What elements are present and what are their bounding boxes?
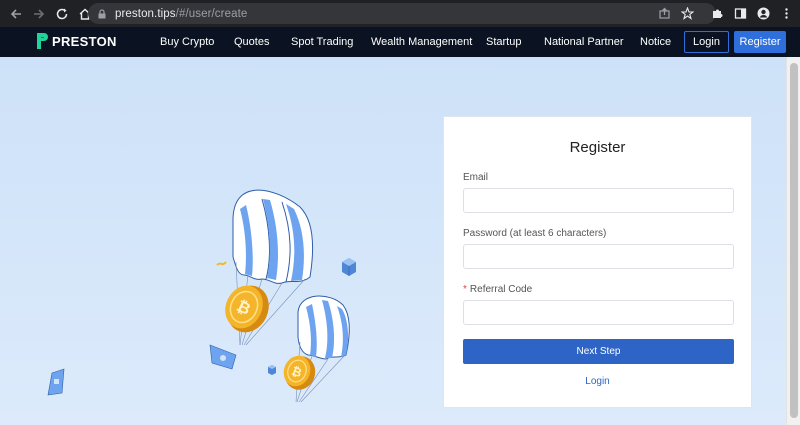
small-cube-icon [268, 365, 276, 375]
profile-avatar-icon[interactable] [753, 3, 773, 23]
referral-code-field[interactable] [463, 300, 734, 325]
login-link[interactable]: Login [444, 376, 751, 387]
password-field[interactable] [463, 244, 734, 269]
nav-startup[interactable]: Startup [486, 36, 521, 48]
password-label: Password (at least 6 characters) [463, 228, 607, 239]
sparkle-squiggle-icon [216, 261, 227, 266]
url-text: preston.tips/#/user/create [115, 8, 247, 20]
header-login-button[interactable]: Login [684, 31, 729, 53]
register-title: Register [569, 139, 626, 156]
address-bar[interactable]: preston.tips/#/user/create [88, 3, 716, 24]
register-card: Register Email Password (at least 6 char… [443, 116, 752, 408]
url-path: /#/user/create [175, 7, 248, 20]
brand-name: PRESTON [52, 33, 117, 49]
nav-wealth-management[interactable]: Wealth Management [371, 36, 472, 48]
back-arrow-icon[interactable] [6, 4, 26, 24]
small-bitcoin-coin-icon: ₿ [283, 355, 316, 390]
bookmark-star-icon[interactable] [677, 3, 697, 23]
kebab-menu-icon[interactable] [776, 3, 796, 23]
banknote-small-icon [47, 368, 65, 396]
brand-logo[interactable]: PRESTON [36, 32, 117, 50]
browser-toolbar: preston.tips/#/user/create [0, 0, 800, 27]
next-step-button[interactable]: Next Step [463, 339, 734, 364]
email-field[interactable] [463, 188, 734, 213]
email-label: Email [463, 172, 489, 183]
page-scrollbar[interactable] [786, 57, 800, 425]
extensions-puzzle-icon[interactable] [707, 3, 727, 23]
reload-icon[interactable] [52, 4, 72, 24]
share-icon[interactable] [654, 3, 674, 23]
header-register-button[interactable]: Register [734, 31, 786, 53]
banknote-icon [209, 344, 237, 370]
nav-national-partner[interactable]: National Partner [544, 36, 624, 48]
scrollbar-thumb[interactable] [790, 63, 798, 418]
referral-label-row: * Referral Code [463, 284, 532, 295]
large-bitcoin-coin-icon: ₿ [225, 285, 269, 333]
nav-buy-crypto[interactable]: Buy Crypto [160, 36, 214, 48]
referral-label: Referral Code [469, 284, 533, 295]
browser-actions [651, 3, 796, 23]
floating-cube-icon [342, 258, 356, 276]
side-panel-icon[interactable] [730, 3, 750, 23]
lock-icon [98, 8, 106, 18]
brand-mark-icon [37, 33, 48, 49]
required-asterisk: * [463, 284, 467, 295]
nav-quotes[interactable]: Quotes [234, 36, 269, 48]
nav-notice[interactable]: Notice [640, 36, 671, 48]
parachute-coins-illustration: ₿ ₿ [47, 189, 356, 403]
site-header: PRESTON Buy Crypto Quotes Spot Trading W… [0, 27, 800, 57]
forward-arrow-icon[interactable] [29, 4, 49, 24]
nav-spot-trading[interactable]: Spot Trading [291, 36, 353, 48]
url-host: preston.tips [115, 7, 176, 20]
